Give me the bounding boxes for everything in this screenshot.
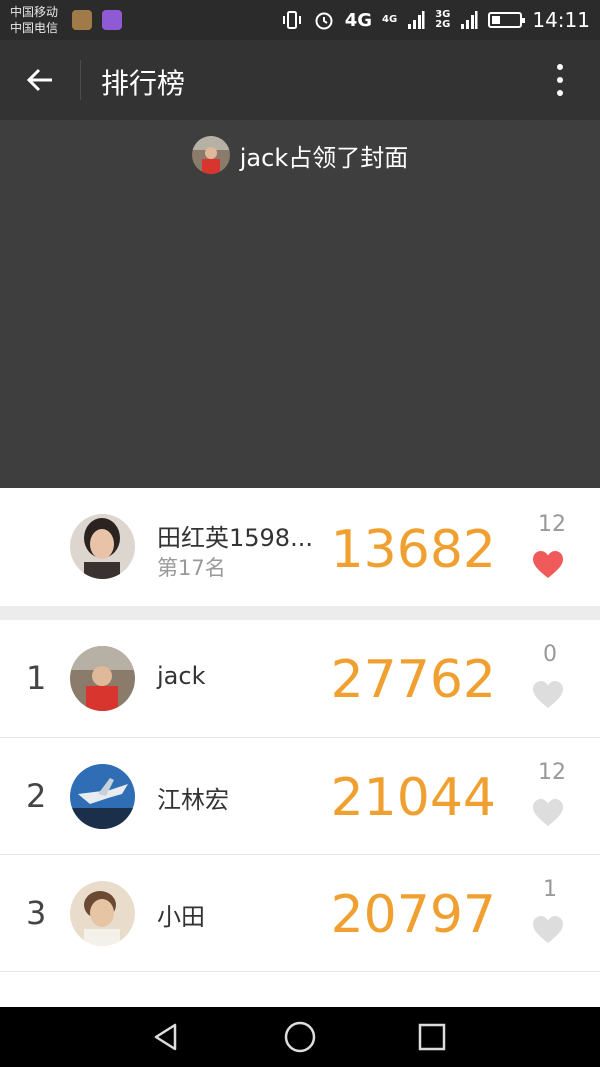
avatar[interactable]	[70, 881, 135, 946]
gallery-notification-icon	[102, 10, 122, 30]
network-3g-2g: 3G 2G	[435, 10, 450, 30]
nav-home-button[interactable]	[282, 1019, 318, 1055]
nav-recents-button[interactable]	[414, 1019, 450, 1055]
triangle-back-icon	[154, 1023, 177, 1051]
app-notification-icon	[72, 10, 92, 30]
network-4g-label: 4G	[344, 9, 373, 31]
ranking-list: 田红英1598... 第17名 13682 12 1 jack 27762 0 …	[0, 488, 600, 1008]
avatar[interactable]	[70, 764, 135, 829]
cover-owner: jack占领了封面	[0, 136, 600, 174]
nav-back-button[interactable]	[148, 1019, 184, 1055]
more-menu-button[interactable]	[540, 60, 580, 100]
section-separator	[0, 606, 600, 620]
back-button[interactable]	[18, 58, 62, 102]
user-name: 江林宏	[157, 786, 229, 814]
carrier-info: 中国移动 中国电信	[10, 4, 58, 36]
status-bar: 中国移动 中国电信 4G 4G 3G 2G 14:11	[0, 0, 600, 40]
cover-area[interactable]: jack占领了封面	[0, 120, 600, 488]
battery-icon	[488, 12, 526, 28]
user-name: jack	[157, 662, 206, 690]
heart-icon[interactable]	[532, 915, 564, 945]
avatar[interactable]	[70, 646, 135, 711]
my-like-count: 12	[538, 512, 566, 537]
vibrate-icon	[282, 11, 301, 29]
circle-home-icon	[284, 1021, 316, 1053]
page-title: 排行榜	[101, 67, 186, 100]
square-recents-icon	[418, 1023, 446, 1051]
user-name: 小田	[157, 903, 205, 931]
cover-avatar	[191, 136, 230, 174]
ranking-row-partial[interactable]	[0, 971, 600, 1008]
rank-number: 1	[26, 659, 47, 697]
network-4g-small-label: 4G	[382, 14, 398, 25]
rank-number: 3	[26, 894, 47, 932]
cover-text: jack占领了封面	[239, 143, 409, 172]
toolbar-divider	[80, 60, 81, 100]
clock: 14:11	[532, 8, 590, 32]
like-count: 1	[543, 877, 557, 902]
rank-number: 2	[26, 777, 47, 815]
step-count: 27762	[330, 650, 496, 710]
my-rank-row[interactable]: 田红英1598... 第17名 13682 12	[0, 488, 600, 606]
my-steps: 13682	[330, 520, 496, 580]
alarm-icon	[315, 12, 333, 30]
toolbar: 排行榜	[0, 40, 600, 120]
my-name: 田红英1598...	[157, 524, 313, 552]
signal-icon	[408, 11, 425, 29]
more-vertical-icon	[557, 64, 563, 96]
like-count: 0	[543, 642, 557, 667]
network-2g-label: 2G	[435, 19, 451, 30]
carrier-2: 中国电信	[10, 21, 59, 35]
heart-icon[interactable]	[532, 798, 564, 828]
ranking-row-3[interactable]: 3 小田 20797 1	[0, 854, 600, 971]
like-count: 12	[538, 760, 566, 785]
my-position: 第17名	[157, 556, 226, 580]
heart-liked-icon[interactable]	[532, 550, 564, 580]
heart-icon[interactable]	[532, 680, 564, 710]
carrier-1: 中国移动	[10, 5, 59, 19]
step-count: 21044	[330, 768, 496, 828]
signal-2-icon	[461, 11, 478, 29]
step-count: 20797	[330, 885, 496, 945]
ranking-row-2[interactable]: 2 江林宏 21044 12	[0, 737, 600, 854]
arrow-left-icon	[26, 68, 52, 92]
system-nav-bar	[0, 1007, 600, 1067]
my-avatar[interactable]	[70, 514, 135, 579]
ranking-row-1[interactable]: 1 jack 27762 0	[0, 620, 600, 737]
